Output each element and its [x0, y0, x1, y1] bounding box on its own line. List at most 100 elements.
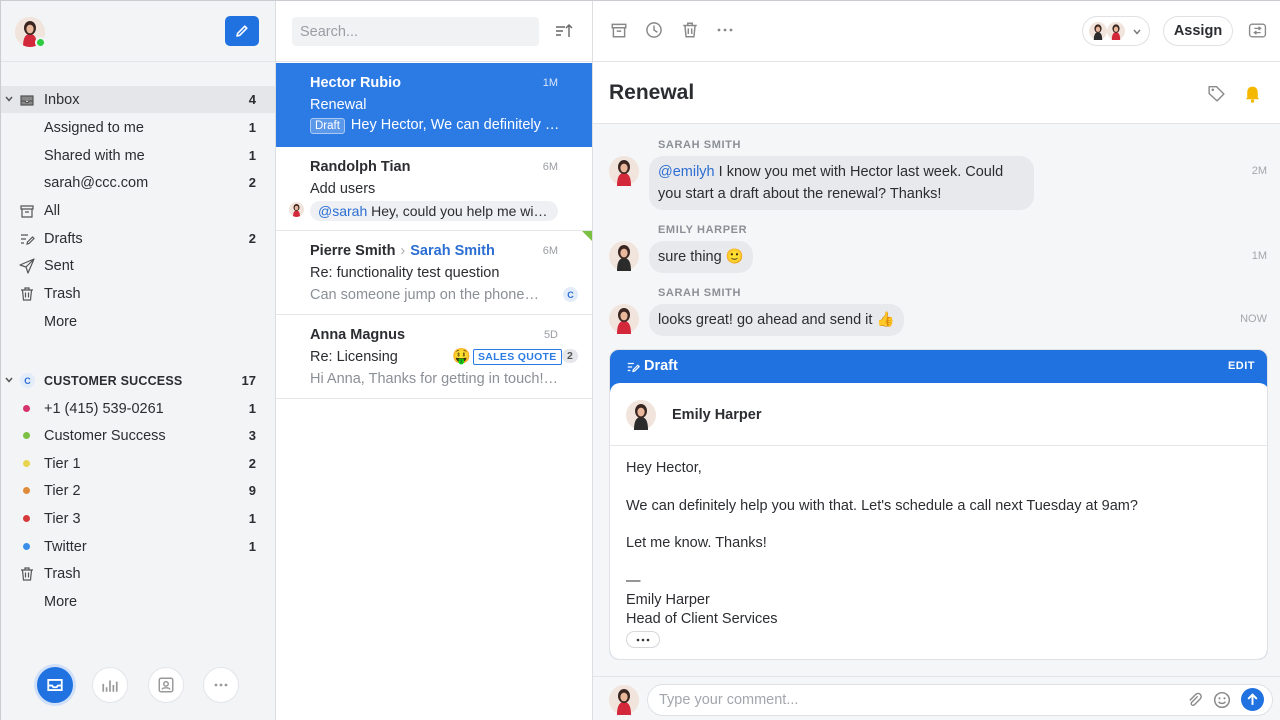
conversation-view: Assign Renewal SARAH SMITH @emilyh I kno…: [593, 1, 1280, 720]
message-author: EMILY HARPER: [658, 224, 748, 236]
more-nav-button[interactable]: [203, 667, 239, 703]
edit-draft-button[interactable]: EDIT: [1228, 360, 1255, 372]
comment-input[interactable]: [647, 684, 1273, 716]
list-header: [276, 1, 592, 62]
sidebar-item-email[interactable]: sarah@ccc.com 2: [1, 169, 275, 196]
user-avatar[interactable]: [15, 17, 46, 48]
sidebar-item-label: Drafts: [44, 230, 83, 247]
sidebar-item-phone[interactable]: +1 (415) 539-0261 1: [1, 395, 275, 422]
sidebar-item-label: Customer Success: [44, 427, 166, 444]
sidebar-item-tier-1[interactable]: Tier 1 2: [1, 450, 275, 477]
sidebar-item-tier-2[interactable]: Tier 2 9: [1, 477, 275, 504]
search-box[interactable]: [292, 17, 539, 46]
chevron-down-icon[interactable]: [5, 95, 13, 103]
team-count: 17: [241, 373, 256, 388]
conversation-item[interactable]: Pierre Smith › Sarah Smith 6M Re: function…: [276, 231, 592, 315]
color-dot: [23, 405, 30, 412]
snooze-clock-icon[interactable]: [645, 21, 663, 39]
message-bubble: looks great! go ahead and send it 👍: [649, 304, 904, 336]
sidebar-item-label: Twitter: [44, 538, 87, 555]
bell-icon[interactable]: [1244, 84, 1261, 103]
drafts-icon: [627, 362, 640, 373]
message-text: sure thing 🙂: [658, 249, 744, 265]
sidebar-item-label: More: [44, 313, 78, 330]
conversation-subject: Renewal: [310, 97, 367, 113]
sidebar-item-inbox[interactable]: Inbox 4: [1, 86, 275, 113]
more-horizontal-icon[interactable]: [717, 28, 733, 32]
sidebar: Inbox 4 Assigned to me 1 Shared with me …: [1, 1, 276, 720]
conversation-item[interactable]: Hector Rubio 1M Renewal Draft Hey Hector,…: [276, 63, 592, 147]
sidebar-item-count: 2: [248, 231, 256, 246]
contacts-nav-button[interactable]: [148, 667, 184, 703]
message-author: SARAH SMITH: [658, 287, 741, 299]
trash-icon: [21, 287, 33, 301]
assignee-selector[interactable]: [1082, 16, 1150, 46]
draft-from: Emily Harper: [610, 383, 1267, 446]
sidebar-header: [1, 1, 275, 62]
sidebar-item-label: Tier 2: [44, 482, 81, 499]
sidebar-item-trash[interactable]: Trash: [1, 280, 275, 307]
sidebar-item-tier-3[interactable]: Tier 3 1: [1, 505, 275, 532]
mention: @emilyh: [658, 164, 715, 180]
sidebar-item-label: Shared with me: [44, 147, 145, 164]
attachment-icon[interactable]: [1186, 691, 1203, 708]
archive-icon: [20, 205, 34, 218]
sort-icon[interactable]: [555, 23, 573, 39]
draft-body: Emily Harper Hey Hector, We can definite…: [610, 383, 1267, 659]
send-comment-button[interactable]: [1241, 688, 1264, 711]
sidebar-item-assigned[interactable]: Assigned to me 1: [1, 114, 275, 141]
comment-preview-text: Hey, could you help me with this?: [367, 203, 558, 219]
tag-icon[interactable]: [1207, 84, 1226, 103]
commenter-avatar: [289, 202, 304, 217]
avatar: [1089, 22, 1107, 40]
sidebar-item-label: sarah@ccc.com: [44, 174, 149, 191]
draft-greeting: Hey Hector,: [626, 460, 702, 476]
conversation-item[interactable]: Anna Magnus 5D Re: Licensing 🤑 SALES QUO…: [276, 315, 592, 399]
conversation-item[interactable]: Randolph Tian 6M Add users @sarah Hey, c…: [276, 147, 592, 231]
sidebar-item-twitter[interactable]: Twitter 1: [1, 533, 275, 560]
emoji-icon[interactable]: [1213, 691, 1231, 709]
inbox-nav-button[interactable]: [37, 667, 73, 703]
chevron-down-icon[interactable]: [5, 376, 13, 384]
send-icon: [19, 258, 35, 274]
draft-tag: Draft: [310, 118, 345, 134]
draft-header: Draft EDIT: [610, 350, 1267, 383]
mention: @sarah: [318, 203, 368, 219]
toggle-panel-icon[interactable]: [1248, 21, 1267, 40]
trash-icon[interactable]: [681, 21, 699, 39]
sidebar-item-team-more[interactable]: More: [1, 588, 275, 615]
conversation-preview-row: Draft Hey Hector, We can definitely help …: [310, 117, 560, 134]
sidebar-item-more[interactable]: More: [1, 308, 275, 335]
search-input[interactable]: [292, 17, 539, 46]
conversation-sender: Pierre Smith › Sarah Smith: [310, 243, 495, 259]
draft-closing: Let me know. Thanks!: [626, 535, 767, 551]
assign-button[interactable]: Assign: [1163, 16, 1233, 46]
conversation-subject: Re: Licensing: [310, 349, 398, 365]
analytics-nav-button[interactable]: [92, 667, 128, 703]
team-section-header[interactable]: C CUSTOMER SUCCESS 17: [1, 367, 275, 394]
sidebar-item-customer-success[interactable]: Customer Success 3: [1, 422, 275, 449]
drafts-icon: [21, 234, 35, 245]
message-time: NOW: [1240, 313, 1267, 325]
signature-name: Emily Harper: [626, 592, 710, 608]
message-author: SARAH SMITH: [658, 139, 741, 151]
color-dot: [23, 487, 30, 494]
archive-icon[interactable]: [610, 21, 628, 39]
sidebar-item-sent[interactable]: Sent: [1, 252, 275, 279]
sidebar-item-team-trash[interactable]: Trash: [1, 560, 275, 587]
conversation-sender: Hector Rubio: [310, 75, 402, 91]
unread-corner-indicator: [582, 231, 592, 241]
avatar: [609, 241, 639, 271]
sidebar-item-all[interactable]: All: [1, 197, 275, 224]
message-bubble: @emilyh I know you met with Hector last …: [649, 156, 1034, 210]
message-count-badge: 2: [562, 349, 578, 363]
contacts-icon: [158, 677, 174, 693]
sidebar-item-shared[interactable]: Shared with me 1: [1, 142, 275, 169]
show-more-button[interactable]: [626, 631, 660, 648]
avatar: [1107, 22, 1125, 40]
draft-sender-name: Emily Harper: [672, 407, 762, 423]
conversation-list: Hector Rubio 1M Renewal Draft Hey Hector,…: [276, 1, 593, 720]
compose-button[interactable]: [225, 16, 259, 46]
sidebar-item-count: 3: [248, 428, 256, 443]
sidebar-item-drafts[interactable]: Drafts 2: [1, 225, 275, 252]
